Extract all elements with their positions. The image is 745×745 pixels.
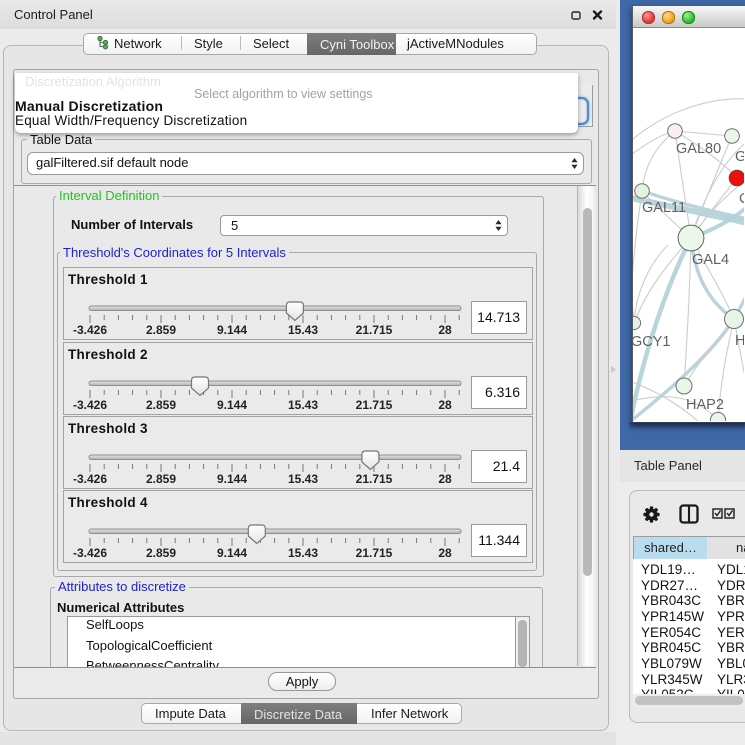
- svg-text:9.144: 9.144: [217, 546, 247, 560]
- svg-text:GCY1: GCY1: [633, 334, 671, 350]
- svg-text:HAP2: HAP2: [686, 397, 724, 413]
- svg-text:GAL4: GAL4: [692, 252, 729, 268]
- svg-text:GAL80: GAL80: [676, 141, 721, 157]
- svg-text:C: C: [739, 191, 744, 207]
- svg-text:2.859: 2.859: [146, 398, 176, 412]
- svg-text:28: 28: [438, 398, 452, 412]
- svg-text:-3.426: -3.426: [73, 472, 107, 486]
- svg-text:21.715: 21.715: [356, 398, 393, 412]
- svg-text:GAL11: GAL11: [642, 200, 686, 216]
- svg-text:2.859: 2.859: [146, 546, 176, 560]
- svg-text:9.144: 9.144: [217, 323, 247, 337]
- svg-text:28: 28: [438, 472, 452, 486]
- svg-text:21.715: 21.715: [356, 472, 393, 486]
- svg-text:15.43: 15.43: [288, 472, 318, 486]
- svg-text:21.715: 21.715: [356, 323, 393, 337]
- svg-text:15.43: 15.43: [288, 323, 318, 337]
- svg-text:28: 28: [438, 546, 452, 560]
- svg-text:-3.426: -3.426: [73, 323, 107, 337]
- svg-text:H: H: [735, 333, 744, 349]
- svg-text:15.43: 15.43: [288, 546, 318, 560]
- svg-text:28: 28: [438, 323, 452, 337]
- svg-text:15.43: 15.43: [288, 398, 318, 412]
- svg-text:GA: GA: [735, 149, 744, 165]
- svg-text:2.859: 2.859: [146, 472, 176, 486]
- svg-text:9.144: 9.144: [217, 398, 247, 412]
- svg-text:-3.426: -3.426: [73, 546, 107, 560]
- svg-text:-3.426: -3.426: [73, 398, 107, 412]
- svg-text:21.715: 21.715: [356, 546, 393, 560]
- svg-text:2.859: 2.859: [146, 323, 176, 337]
- svg-text:9.144: 9.144: [217, 472, 247, 486]
